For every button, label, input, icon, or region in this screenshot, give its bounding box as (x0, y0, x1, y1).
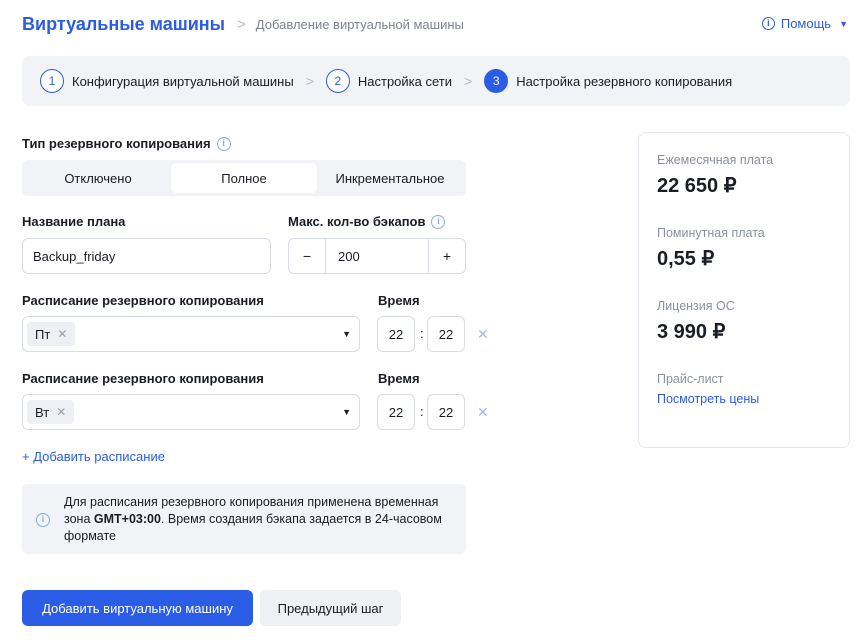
time-label: Время (378, 371, 420, 386)
backup-type-full[interactable]: Полное (171, 163, 317, 193)
step-network[interactable]: 2 Настройка сети (325, 69, 452, 93)
header: Виртуальные машины > Добавление виртуаль… (22, 10, 848, 38)
add-schedule-link[interactable]: + Добавить расписание (22, 449, 165, 464)
step-number: 1 (40, 69, 64, 93)
chevron-right-icon: > (305, 73, 314, 89)
backup-type-label: Тип резервного копирования i (22, 136, 231, 151)
help-label: Помощь (780, 16, 832, 31)
max-backups-label-text: Макс. кол-во бэкапов (288, 214, 426, 229)
max-backups-stepper: − 200 + (288, 238, 466, 274)
view-prices-link[interactable]: Посмотреть цены (657, 392, 831, 406)
step-number: 3 (484, 69, 509, 93)
remove-schedule-icon[interactable]: ✕ (477, 326, 489, 343)
wizard-stepper: 1 Конфигурация виртуальной машины > 2 На… (22, 56, 850, 106)
time-label: Время (378, 293, 420, 308)
breadcrumb-root[interactable]: Виртуальные машины (22, 14, 225, 35)
monthly-fee-label: Ежемесячная плата (657, 153, 774, 167)
increment-button[interactable]: + (429, 239, 465, 273)
chevron-right-icon: > (237, 15, 246, 33)
backup-type-segmented-control: Отключено Полное Инкрементальное (22, 160, 466, 196)
plan-name-input[interactable]: Backup_friday (22, 238, 271, 274)
info-icon: i (761, 17, 775, 30)
minute-input[interactable]: 22 (427, 316, 465, 352)
price-summary-card: Ежемесячная плата 22 650 ₽ Поминутная пл… (638, 132, 850, 448)
decrement-button[interactable]: − (289, 239, 325, 273)
breadcrumb-current: Добавление виртуальной машины (255, 16, 464, 32)
remove-schedule-icon[interactable]: ✕ (477, 404, 489, 421)
info-icon: i (36, 513, 50, 527)
os-license-value: 3 990 ₽ (657, 321, 726, 343)
hour-input[interactable]: 22 (377, 394, 415, 430)
info-icon[interactable]: i (431, 214, 446, 229)
caret-down-icon: ▼ (342, 407, 351, 417)
minute-input[interactable]: 22 (427, 394, 465, 430)
add-vm-button[interactable]: Добавить виртуальную машину (22, 590, 253, 626)
step-backup[interactable]: 3 Настройка резервного копирования (484, 69, 732, 93)
minute-fee-label: Поминутная плата (657, 226, 765, 240)
remove-tag-icon[interactable]: ✕ (57, 327, 67, 341)
previous-step-button[interactable]: Предыдущий шаг (260, 590, 401, 626)
pricelist-label: Прайс-лист (657, 372, 724, 386)
remove-tag-icon[interactable]: ✕ (56, 405, 66, 419)
max-backups-value[interactable]: 200 (325, 239, 429, 273)
max-backups-label: Макс. кол-во бэкапов i (288, 214, 446, 229)
backup-type-disabled[interactable]: Отключено (25, 163, 171, 193)
backup-type-label-text: Тип резервного копирования (22, 136, 211, 151)
time-separator: : (420, 404, 424, 419)
day-tag-label: Пт (35, 326, 51, 342)
caret-down-icon: ▼ (342, 329, 351, 339)
step-number: 2 (325, 69, 350, 93)
schedule-days-select[interactable]: Пт ✕ ▼ (22, 316, 360, 352)
day-tag: Вт ✕ (27, 400, 75, 424)
info-icon[interactable]: i (216, 136, 231, 151)
day-tag-label: Вт (35, 404, 50, 420)
day-tag: Пт ✕ (27, 322, 76, 346)
os-license-label: Лицензия ОС (657, 299, 735, 313)
schedule-label: Расписание резервного копирования (22, 293, 264, 308)
chevron-right-icon: > (464, 73, 473, 89)
timezone-note: i Для расписания резервного копирования … (22, 484, 466, 554)
hour-input[interactable]: 22 (377, 316, 415, 352)
step-label: Настройка сети (357, 73, 452, 89)
plan-name-label: Название плана (22, 214, 126, 229)
step-label: Конфигурация виртуальной машины (72, 73, 294, 89)
step-label: Настройка резервного копирования (516, 73, 733, 89)
timezone-note-text: Для расписания резервного копирования пр… (64, 494, 452, 545)
time-separator: : (420, 326, 424, 341)
schedule-days-select[interactable]: Вт ✕ ▼ (22, 394, 360, 430)
step-configuration[interactable]: 1 Конфигурация виртуальной машины (40, 69, 294, 93)
help-button[interactable]: i Помощь ▼ (761, 16, 848, 31)
backup-type-incremental[interactable]: Инкрементальное (317, 163, 463, 193)
minute-fee-value: 0,55 ₽ (657, 248, 715, 270)
caret-down-icon: ▼ (839, 18, 848, 29)
schedule-label: Расписание резервного копирования (22, 371, 264, 386)
monthly-fee-value: 22 650 ₽ (657, 175, 737, 197)
note-timezone: GMT+03:00 (93, 512, 161, 526)
